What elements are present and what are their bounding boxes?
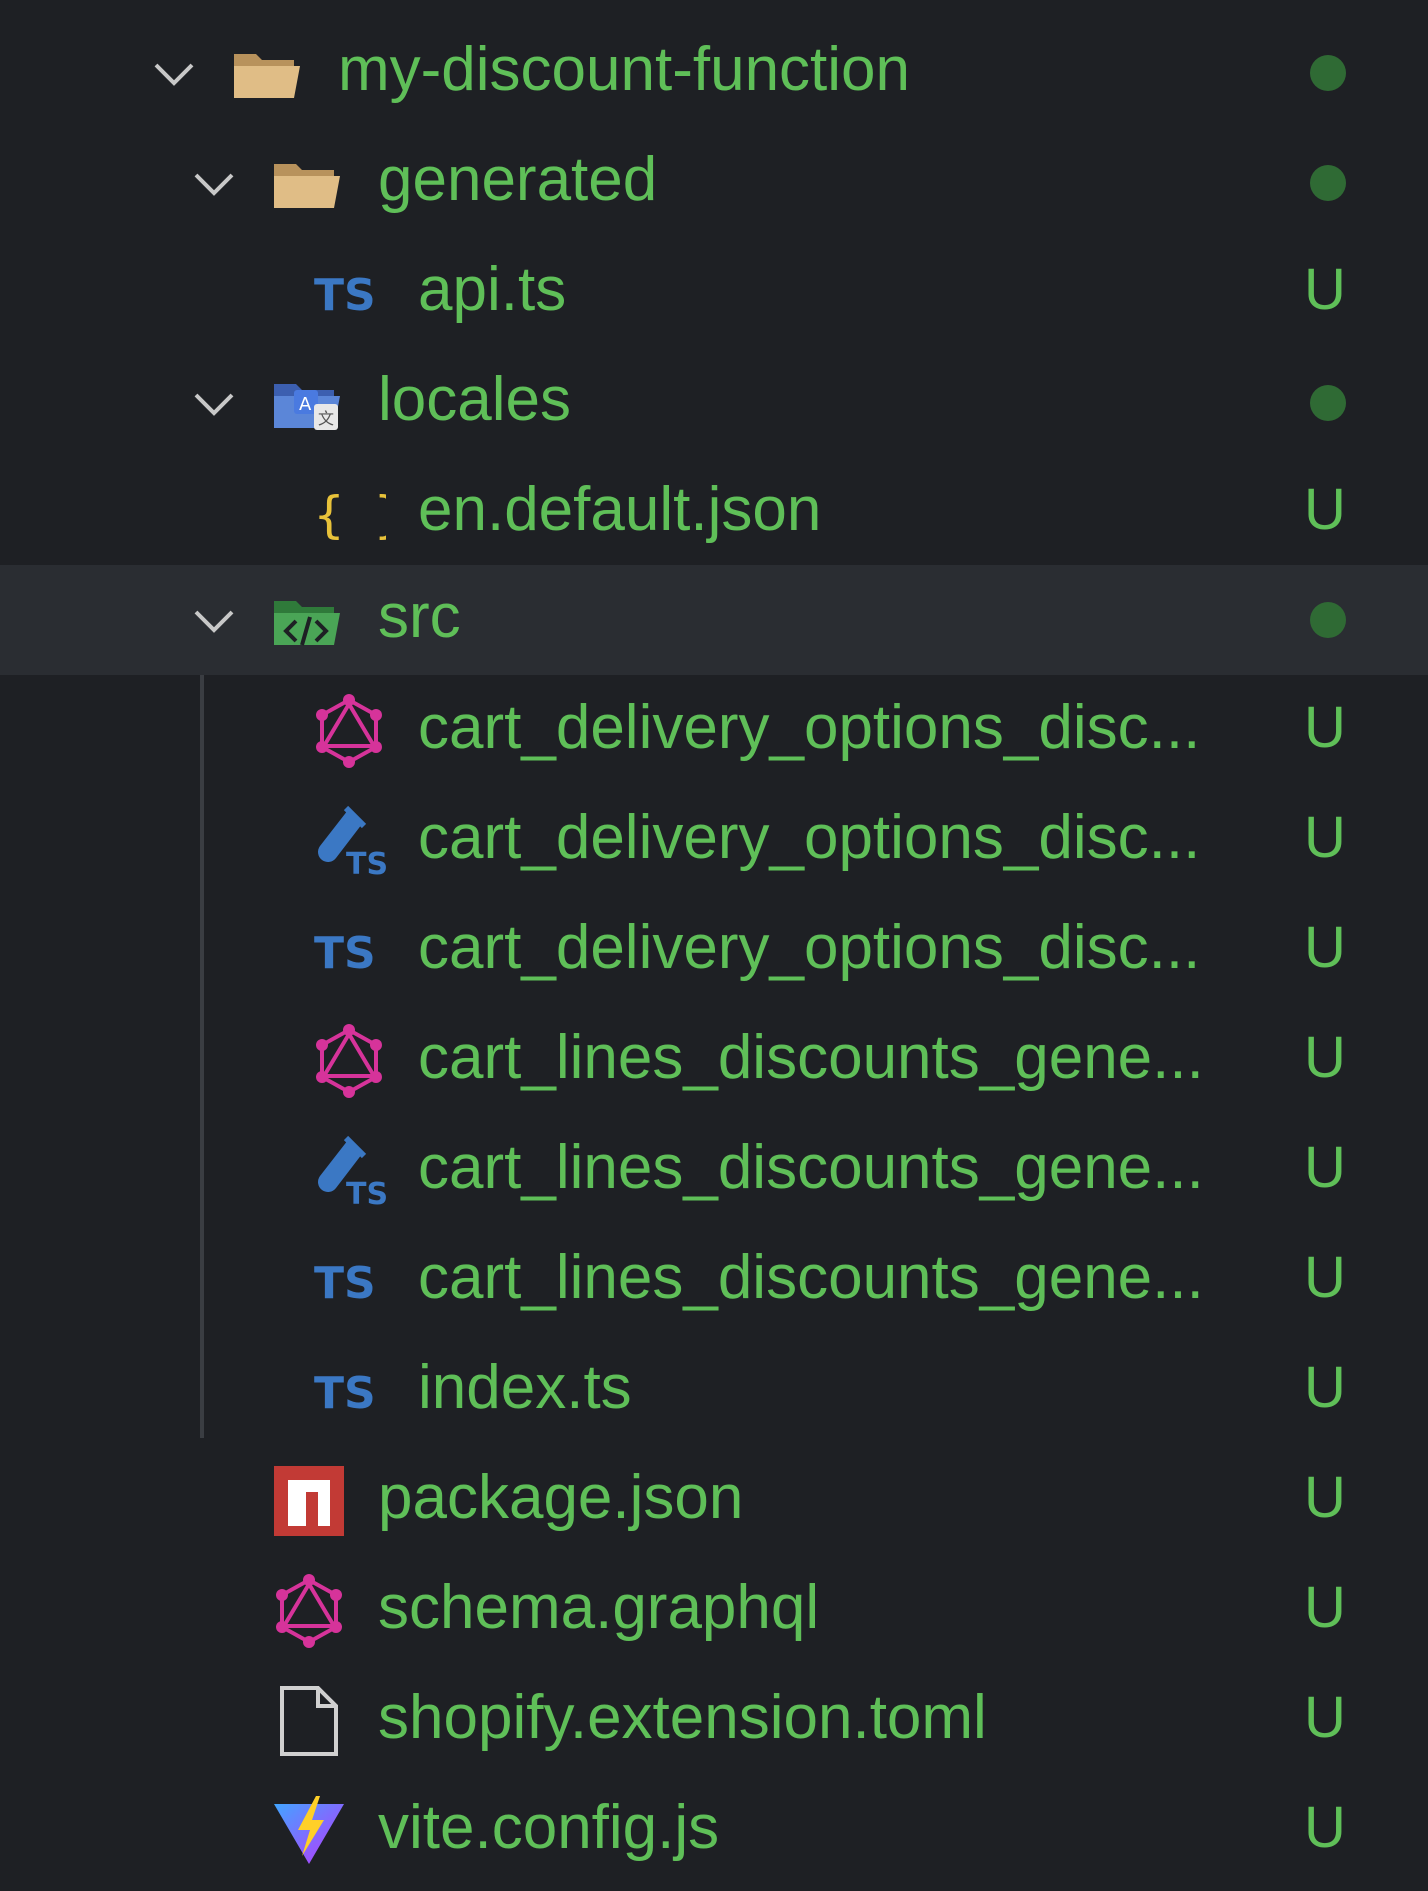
chevron-down-icon[interactable] — [192, 381, 236, 425]
json-braces-icon: { } — [314, 486, 386, 544]
file-explorer-tree: my-discount-function generated TS api.ts… — [0, 0, 1428, 1891]
typescript-test-icon: TS — [318, 1135, 386, 1208]
vite-icon — [274, 1796, 344, 1864]
svg-text:TS: TS — [314, 1258, 376, 1309]
graphql-icon — [276, 1574, 342, 1648]
chevron-down-icon[interactable] — [192, 161, 236, 205]
tree-item-file-schema-graphql[interactable]: schema.graphql U — [0, 1556, 1428, 1666]
tree-item-label: my-discount-function — [338, 35, 911, 104]
locale-folder-icon: A 文 — [274, 384, 340, 430]
svg-text:A: A — [299, 394, 312, 415]
svg-text:TS: TS — [346, 1177, 386, 1208]
tree-item-file-en-default-json[interactable]: { } en.default.json U — [0, 458, 1428, 568]
tree-item-file-test-ts[interactable]: TS cart_lines_discounts_gene... U — [0, 1116, 1428, 1226]
tree-item-label: en.default.json — [418, 475, 822, 544]
untracked-status: U — [1304, 1685, 1346, 1750]
tree-item-file-api-ts[interactable]: TS api.ts U — [0, 238, 1428, 348]
tree-item-file-graphql[interactable]: cart_delivery_options_disc... U — [0, 676, 1428, 786]
file-icon — [280, 1686, 338, 1756]
tree-item-folder-src[interactable]: src — [0, 565, 1428, 675]
tree-item-label: cart_delivery_options_disc... — [418, 913, 1201, 982]
tree-item-label: index.ts — [418, 1353, 632, 1422]
untracked-status: U — [1304, 1355, 1346, 1420]
tree-item-label: src — [378, 582, 461, 651]
tree-item-folder-generated[interactable]: generated — [0, 128, 1428, 238]
tree-item-label: package.json — [378, 1463, 744, 1532]
modified-status-dot — [1310, 602, 1346, 638]
untracked-status: U — [1304, 257, 1346, 322]
typescript-icon: TS — [314, 1258, 376, 1309]
tree-item-file-ts[interactable]: TS cart_lines_discounts_gene... U — [0, 1226, 1428, 1336]
tree-item-file-graphql[interactable]: cart_lines_discounts_gene... U — [0, 1006, 1428, 1116]
tree-item-label: cart_delivery_options_disc... — [418, 803, 1201, 872]
graphql-icon — [316, 694, 382, 768]
tree-item-label: vite.config.js — [378, 1793, 720, 1862]
modified-status-dot — [1310, 55, 1346, 91]
svg-text:TS: TS — [314, 1368, 376, 1419]
tree-item-root-folder[interactable]: my-discount-function — [0, 18, 1428, 128]
tree-item-file-test-ts[interactable]: TS cart_delivery_options_disc... U — [0, 786, 1428, 896]
tree-item-label: cart_lines_discounts_gene... — [418, 1023, 1204, 1092]
untracked-status: U — [1304, 1025, 1346, 1090]
svg-text:TS: TS — [314, 928, 376, 979]
typescript-icon: TS — [314, 928, 376, 979]
tree-item-label: generated — [378, 145, 658, 214]
tree-item-label: cart_lines_discounts_gene... — [418, 1133, 1204, 1202]
source-folder-icon — [274, 601, 340, 646]
typescript-icon: TS — [314, 1368, 376, 1419]
tree-item-file-package-json[interactable]: package.json U — [0, 1446, 1428, 1556]
chevron-down-icon[interactable] — [152, 51, 196, 95]
untracked-status: U — [1304, 1465, 1346, 1530]
chevron-down-icon[interactable] — [192, 598, 236, 642]
untracked-status: U — [1304, 477, 1346, 542]
untracked-status: U — [1304, 1575, 1346, 1640]
folder-open-icon — [234, 54, 300, 98]
untracked-status: U — [1304, 805, 1346, 870]
tree-item-file-vite-config-js[interactable]: vite.config.js U — [0, 1776, 1428, 1886]
tree-item-file-index-ts[interactable]: TS index.ts U — [0, 1336, 1428, 1446]
graphql-icon — [316, 1024, 382, 1098]
untracked-status: U — [1304, 1135, 1346, 1200]
folder-open-icon — [274, 164, 340, 208]
tree-item-label: shopify.extension.toml — [378, 1683, 987, 1752]
modified-status-dot — [1310, 165, 1346, 201]
untracked-status: U — [1304, 695, 1346, 760]
npm-icon — [274, 1466, 344, 1536]
untracked-status: U — [1304, 1245, 1346, 1310]
untracked-status: U — [1304, 1795, 1346, 1860]
tree-item-label: cart_delivery_options_disc... — [418, 693, 1201, 762]
modified-status-dot — [1310, 385, 1346, 421]
tree-item-label: cart_lines_discounts_gene... — [418, 1243, 1204, 1312]
tree-item-folder-locales[interactable]: A 文 locales — [0, 348, 1428, 458]
svg-text:{ }: { } — [314, 486, 386, 544]
svg-text:TS: TS — [346, 847, 386, 878]
tree-item-file-shopify-extension-toml[interactable]: shopify.extension.toml U — [0, 1666, 1428, 1776]
svg-text:TS: TS — [314, 270, 376, 321]
untracked-status: U — [1304, 915, 1346, 980]
typescript-test-icon: TS — [318, 805, 386, 878]
tree-item-label: locales — [378, 365, 571, 434]
tree-item-label: api.ts — [418, 255, 567, 324]
svg-text:文: 文 — [318, 409, 334, 428]
tree-item-file-ts[interactable]: TS cart_delivery_options_disc... U — [0, 896, 1428, 1006]
tree-item-label: schema.graphql — [378, 1573, 820, 1642]
typescript-icon: TS — [314, 270, 376, 321]
